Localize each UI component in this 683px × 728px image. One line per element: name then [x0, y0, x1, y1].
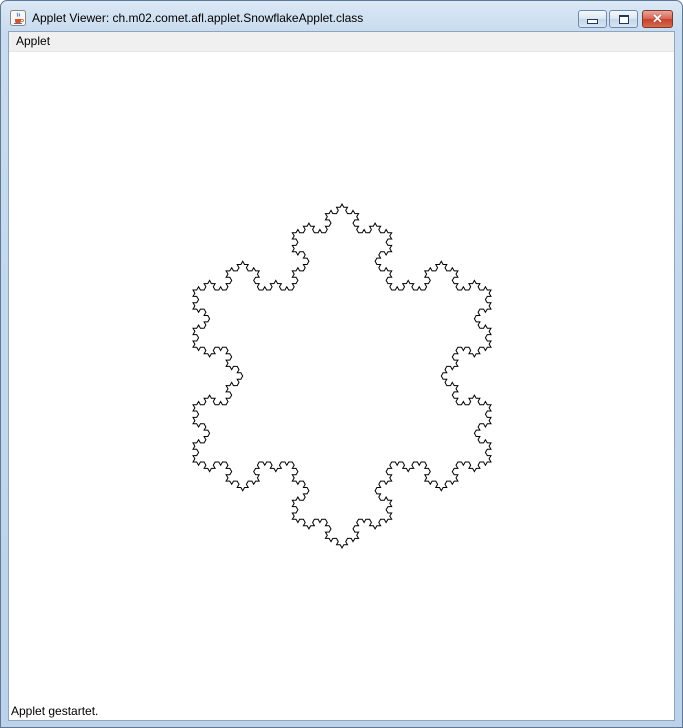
- window-title: Applet Viewer: ch.m02.comet.afl.applet.S…: [32, 11, 364, 25]
- maximize-icon: [618, 14, 629, 24]
- status-text: Applet gestartet.: [11, 704, 99, 718]
- applet-viewer-window: Applet Viewer: ch.m02.comet.afl.applet.S…: [0, 0, 683, 728]
- koch-snowflake-outline: [192, 202, 492, 550]
- applet-canvas-area: [9, 52, 674, 700]
- menu-bar: Applet: [9, 32, 674, 52]
- minimize-button[interactable]: [578, 10, 607, 28]
- status-bar: Applet gestartet.: [9, 700, 674, 720]
- client-area: Applet Applet gestartet.: [8, 31, 675, 721]
- maximize-button[interactable]: [609, 10, 638, 28]
- minimize-icon: [587, 19, 598, 24]
- menu-applet[interactable]: Applet: [11, 32, 55, 51]
- close-icon: ✕: [652, 11, 663, 26]
- close-button[interactable]: ✕: [642, 10, 673, 28]
- java-cup-icon: [10, 10, 26, 26]
- title-bar[interactable]: Applet Viewer: ch.m02.comet.afl.applet.S…: [1, 1, 682, 31]
- koch-snowflake-drawing: [192, 202, 492, 550]
